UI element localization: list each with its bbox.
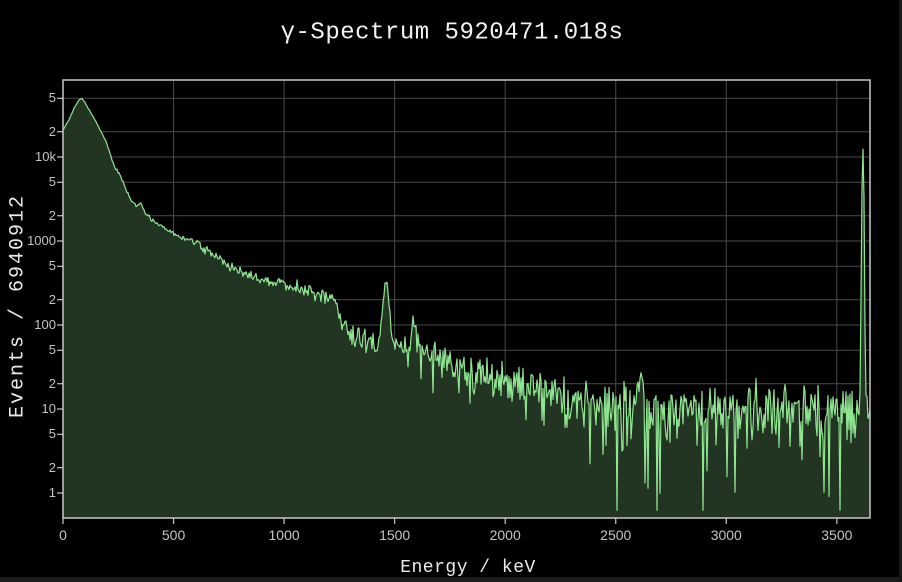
x-tick-label: 1000 bbox=[269, 527, 300, 543]
y-tick-label: 2 bbox=[0, 374, 56, 394]
x-axis-label: Energy / keV bbox=[400, 558, 536, 578]
y-tick-label: 2 bbox=[0, 122, 56, 142]
y-tick-label: 2 bbox=[0, 206, 56, 226]
x-tick-label: 500 bbox=[162, 527, 185, 543]
x-tick-label: 0 bbox=[59, 527, 67, 543]
y-tick-label: 2 bbox=[0, 290, 56, 310]
y-tick-label: 100 bbox=[0, 315, 56, 335]
y-tick-label: 5 bbox=[0, 256, 56, 276]
y-tick-label: 1 bbox=[0, 483, 56, 503]
y-tick-label: 10 bbox=[0, 399, 56, 419]
plot-area[interactable] bbox=[0, 0, 902, 582]
y-tick-label: 2 bbox=[0, 458, 56, 478]
y-tick-label: 10k bbox=[0, 147, 56, 167]
y-tick-label: 5 bbox=[0, 340, 56, 360]
spectrum-fill bbox=[63, 99, 870, 519]
y-tick-label: 5 bbox=[0, 172, 56, 192]
x-tick-label: 2500 bbox=[600, 527, 631, 543]
y-tick-label: 5 bbox=[0, 88, 56, 108]
x-tick-label: 2000 bbox=[490, 527, 521, 543]
chart-title: γ-Spectrum 5920471.018s bbox=[281, 20, 624, 47]
x-tick-label: 3000 bbox=[711, 527, 742, 543]
x-tick-label: 3500 bbox=[821, 527, 852, 543]
horizontal-scrollbar[interactable] bbox=[0, 577, 902, 582]
spectrum-app-window: γ-Spectrum 5920471.018s Events / 6940912… bbox=[0, 0, 902, 582]
y-tick-label: 1000 bbox=[0, 231, 56, 251]
x-tick-label: 1500 bbox=[379, 527, 410, 543]
y-tick-label: 5 bbox=[0, 424, 56, 444]
